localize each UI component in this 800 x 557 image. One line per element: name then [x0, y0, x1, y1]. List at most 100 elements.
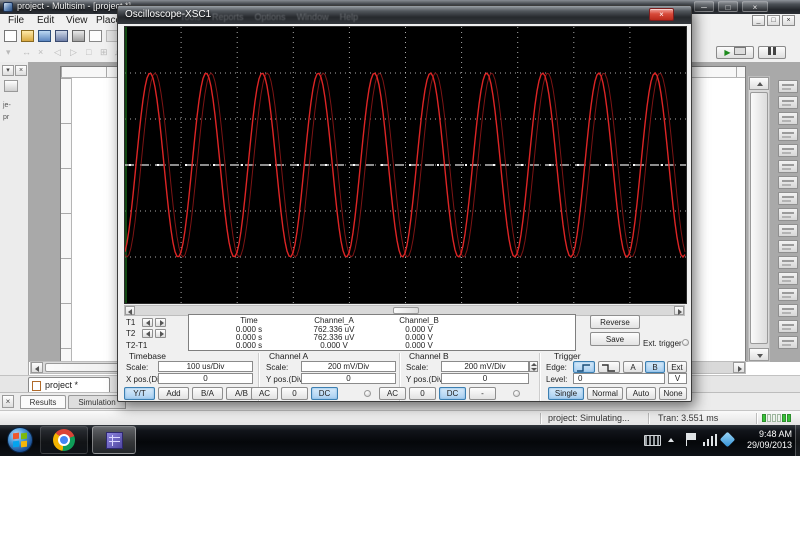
mdi-minimize-button[interactable]: _	[752, 15, 765, 26]
sheet-tab-label: project *	[45, 378, 78, 393]
channel-b-ypos-input[interactable]: 0	[441, 373, 529, 384]
instrument-button[interactable]	[778, 176, 798, 189]
timebase-scale-label: Scale:	[126, 363, 148, 372]
channel-b-zero-button[interactable]: 0	[409, 387, 436, 400]
scroll-up-icon[interactable]	[749, 77, 769, 90]
instrument-button[interactable]	[778, 160, 798, 173]
t1-right-arrow-button[interactable]	[155, 318, 166, 327]
mdi-close-button[interactable]: ×	[782, 15, 795, 26]
timebase-add-button[interactable]: Add	[158, 387, 189, 400]
instrument-button[interactable]	[778, 224, 798, 237]
channel-a-ypos-input[interactable]: 0	[301, 373, 396, 384]
print-icon[interactable]	[72, 30, 85, 42]
trigger-single-button[interactable]: Single	[548, 387, 584, 400]
minimize-button[interactable]: ─	[694, 1, 714, 12]
instrument-button[interactable]	[778, 208, 798, 221]
trigger-ext-button[interactable]: Ext	[667, 361, 687, 373]
instrument-button[interactable]	[778, 144, 798, 157]
network-icon[interactable]	[703, 434, 717, 446]
spreadsheet-close-icon[interactable]: ×	[2, 395, 14, 408]
save-icon[interactable]	[55, 30, 68, 42]
grid-icon: ⊞	[100, 47, 108, 58]
channel-b-ac-button[interactable]: AC	[379, 387, 406, 400]
tray-app-icon[interactable]	[720, 432, 736, 448]
channel-b-minus-button[interactable]: -	[469, 387, 496, 400]
start-button[interactable]	[7, 427, 33, 453]
open-samples-icon[interactable]	[38, 30, 51, 42]
instrument-button[interactable]	[778, 320, 798, 333]
scroll-left-icon[interactable]	[125, 306, 135, 315]
timebase-yt-button[interactable]: Y/T	[124, 387, 155, 400]
pause-simulation-button[interactable]	[758, 46, 786, 59]
timebase-scale-input[interactable]: 100 us/Div	[158, 361, 253, 372]
t2-right-arrow-button[interactable]	[155, 329, 166, 338]
timebase-ba-button[interactable]: B/A	[192, 387, 223, 400]
scrollbar-thumb[interactable]	[393, 307, 419, 314]
close-button[interactable]: ×	[742, 1, 768, 12]
trigger-falling-edge-button[interactable]	[598, 361, 620, 373]
instrument-button[interactable]	[778, 96, 798, 109]
scroll-right-icon[interactable]	[733, 362, 745, 373]
instrument-button[interactable]	[778, 304, 798, 317]
keyboard-layout-icon[interactable]	[644, 435, 661, 446]
scroll-left-icon[interactable]	[31, 362, 43, 373]
menu-file[interactable]: File	[8, 15, 24, 26]
tab-results[interactable]: Results	[20, 395, 66, 409]
instrument-button[interactable]	[778, 256, 798, 269]
panel-close-icon[interactable]: ×	[15, 65, 27, 76]
maximize-button[interactable]: □	[718, 1, 738, 12]
t1-left-arrow-button[interactable]	[142, 318, 153, 327]
channel-a-dc-button[interactable]: DC	[311, 387, 338, 400]
run-simulation-button[interactable]: ▶	[716, 46, 754, 59]
trigger-a-button[interactable]: A	[623, 361, 643, 373]
trigger-level-unit[interactable]: V	[668, 373, 687, 384]
taskbar-chrome-button[interactable]	[40, 426, 88, 454]
taskbar-multisim-button[interactable]	[92, 426, 136, 454]
oscilloscope-titlebar[interactable]: Oscilloscope-XSC1 Tools Reports Options …	[118, 6, 691, 24]
mdi-restore-button[interactable]: □	[767, 15, 780, 26]
reverse-button[interactable]: Reverse	[590, 315, 640, 329]
instrument-button[interactable]	[778, 192, 798, 205]
scroll-right-icon[interactable]	[674, 306, 684, 315]
trigger-normal-button[interactable]: Normal	[587, 387, 623, 400]
main-window-title: project - Multisim - [project *]	[17, 1, 131, 11]
scroll-down-icon[interactable]	[749, 348, 769, 361]
menu-edit[interactable]: Edit	[37, 15, 54, 26]
trigger-b-button[interactable]: B	[645, 361, 665, 373]
timebase-xpos-input[interactable]: 0	[158, 373, 253, 384]
menu-view[interactable]: View	[66, 15, 88, 26]
instrument-button[interactable]	[778, 288, 798, 301]
print-preview-icon[interactable]	[89, 30, 102, 42]
clock[interactable]: 9:48 AM 29/09/2013	[740, 429, 792, 451]
save-button[interactable]: Save	[590, 332, 640, 346]
delete-icon: ×	[38, 47, 43, 57]
open-file-icon[interactable]	[21, 30, 34, 42]
trigger-auto-button[interactable]: Auto	[626, 387, 656, 400]
action-center-flag-icon[interactable]	[686, 433, 687, 446]
workspace-vertical-scrollbar[interactable]	[748, 76, 770, 362]
instrument-button[interactable]	[778, 272, 798, 285]
oscilloscope-close-button[interactable]: ×	[649, 8, 674, 21]
instrument-button[interactable]	[778, 336, 798, 349]
scrollbar-thumb[interactable]	[750, 92, 768, 344]
instrument-button[interactable]	[778, 128, 798, 141]
channel-a-ac-button[interactable]: AC	[251, 387, 278, 400]
t2-left-arrow-button[interactable]	[142, 329, 153, 338]
channel-a-scale-input[interactable]: 200 mV/Div	[301, 361, 396, 372]
trigger-level-input[interactable]: 0	[573, 373, 665, 384]
panel-pin-icon[interactable]: ▾	[2, 65, 14, 76]
trigger-rising-edge-button[interactable]	[573, 361, 595, 373]
channel-b-scale-spinner[interactable]	[529, 361, 538, 372]
instrument-button[interactable]	[778, 240, 798, 253]
channel-a-zero-button[interactable]: 0	[281, 387, 308, 400]
instrument-button[interactable]	[778, 80, 798, 93]
show-desktop-button[interactable]	[795, 425, 800, 456]
instrument-button[interactable]	[778, 112, 798, 125]
sheet-tab-project[interactable]: project *	[28, 377, 110, 393]
scope-screen-svg	[125, 27, 686, 303]
new-file-icon[interactable]	[4, 30, 17, 42]
show-hidden-icons-icon[interactable]	[668, 438, 674, 442]
channel-b-dc-button[interactable]: DC	[439, 387, 466, 400]
channel-b-scale-input[interactable]: 200 mV/Div	[441, 361, 529, 372]
trigger-none-button[interactable]: None	[659, 387, 687, 400]
